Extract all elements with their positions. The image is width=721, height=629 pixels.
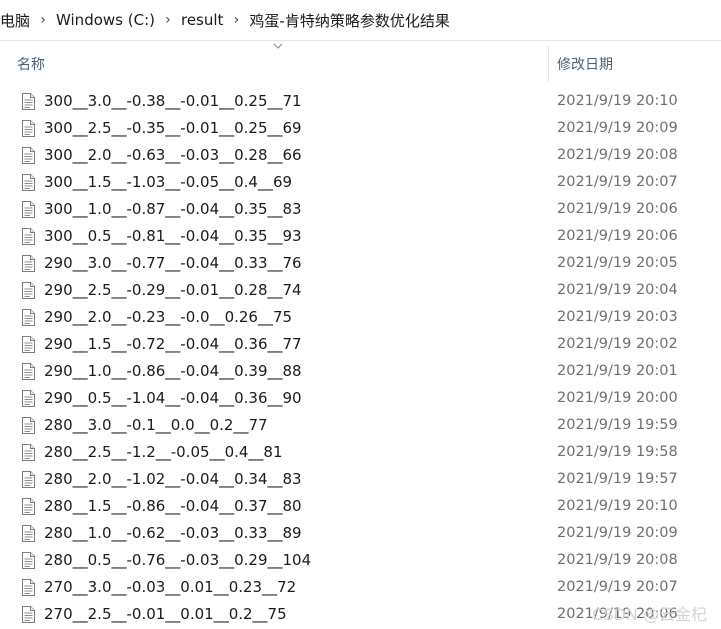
text-file-icon <box>19 416 37 435</box>
text-file-icon <box>19 227 37 246</box>
file-date-modified: 2021/9/19 20:04 <box>557 282 678 298</box>
file-name: 290__2.5__-0.29__-0.01__0.28__74 <box>44 281 302 299</box>
text-file-icon <box>19 254 37 273</box>
file-date-modified: 2021/9/19 19:59 <box>557 417 678 433</box>
file-date-modified: 2021/9/19 20:09 <box>557 525 678 541</box>
text-file-icon <box>19 308 37 327</box>
file-name: 280__1.0__-0.62__-0.03__0.33__89 <box>44 524 302 542</box>
column-divider[interactable] <box>548 46 549 82</box>
file-date-modified: 2021/9/19 20:07 <box>557 174 678 190</box>
text-file-icon <box>19 605 37 624</box>
file-row[interactable]: 290__1.5__-0.72__-0.04__0.36__77 2021/9/1… <box>0 331 721 358</box>
file-name: 290__0.5__-1.04__-0.04__0.36__90 <box>44 389 302 407</box>
file-date-modified: 2021/9/19 20:05 <box>557 255 678 271</box>
text-file-icon <box>19 551 37 570</box>
breadcrumb-item-result[interactable]: result <box>179 11 225 29</box>
file-row[interactable]: 300__3.0__-0.38__-0.01__0.25__71 2021/9/1… <box>0 88 721 115</box>
text-file-icon <box>19 578 37 597</box>
text-file-icon <box>19 173 37 192</box>
text-file-icon <box>19 389 37 408</box>
text-file-icon <box>19 281 37 300</box>
file-row[interactable]: 280__2.0__-1.02__-0.04__0.34__83 2021/9/1… <box>0 466 721 493</box>
sort-up-icon[interactable] <box>273 42 283 50</box>
text-file-icon <box>19 200 37 219</box>
file-date-modified: 2021/9/19 20:03 <box>557 309 678 325</box>
column-header-row: 名称 修改日期 <box>0 40 721 88</box>
file-name: 280__1.5__-0.86__-0.04__0.37__80 <box>44 497 302 515</box>
file-list: 300__3.0__-0.38__-0.01__0.25__71 2021/9/1… <box>0 88 721 628</box>
text-file-icon <box>19 146 37 165</box>
column-header-name[interactable]: 名称 <box>17 54 45 74</box>
file-name: 270__2.5__-0.01__0.01__0.2__75 <box>44 605 287 623</box>
file-date-modified: 2021/9/19 20:08 <box>557 552 678 568</box>
file-date-modified: 2021/9/19 20:06 <box>557 201 678 217</box>
file-date-modified: 2021/9/19 20:00 <box>557 390 678 406</box>
file-date-modified: 2021/9/19 20:01 <box>557 363 678 379</box>
file-date-modified: 2021/9/19 19:57 <box>557 471 678 487</box>
file-name: 290__3.0__-0.77__-0.04__0.33__76 <box>44 254 302 272</box>
file-row[interactable]: 280__1.0__-0.62__-0.03__0.33__89 2021/9/1… <box>0 520 721 547</box>
chevron-right-icon[interactable]: › <box>225 12 247 28</box>
file-name: 300__3.0__-0.38__-0.01__0.25__71 <box>44 92 302 110</box>
file-name: 280__2.5__-1.2__-0.05__0.4__81 <box>44 443 283 461</box>
file-row[interactable]: 290__0.5__-1.04__-0.04__0.36__90 2021/9/1… <box>0 385 721 412</box>
breadcrumb-item-drive[interactable]: Windows (C:) <box>54 11 157 29</box>
file-name: 290__1.0__-0.86__-0.04__0.39__88 <box>44 362 302 380</box>
file-name: 300__1.5__-1.03__-0.05__0.4__69 <box>44 173 293 191</box>
text-file-icon <box>19 119 37 138</box>
file-row[interactable]: 300__1.5__-1.03__-0.05__0.4__69 2021/9/19… <box>0 169 721 196</box>
file-row[interactable]: 300__2.0__-0.63__-0.03__0.28__66 2021/9/1… <box>0 142 721 169</box>
text-file-icon <box>19 362 37 381</box>
file-row[interactable]: 280__0.5__-0.76__-0.03__0.29__104 2021/9/… <box>0 547 721 574</box>
breadcrumb-item-pc[interactable]: 电脑 <box>0 10 32 31</box>
file-name: 300__2.5__-0.35__-0.01__0.25__69 <box>44 119 302 137</box>
file-date-modified: 2021/9/19 20:09 <box>557 120 678 136</box>
file-row[interactable]: 290__2.5__-0.29__-0.01__0.28__74 2021/9/1… <box>0 277 721 304</box>
file-name: 300__0.5__-0.81__-0.04__0.35__93 <box>44 227 302 245</box>
file-name: 270__3.0__-0.03__0.01__0.23__72 <box>44 578 297 596</box>
file-date-modified: 2021/9/19 20:06 <box>557 228 678 244</box>
file-row[interactable]: 280__1.5__-0.86__-0.04__0.37__80 2021/9/1… <box>0 493 721 520</box>
file-date-modified: 2021/9/19 20:02 <box>557 336 678 352</box>
file-row[interactable]: 280__3.0__-0.1__0.0__0.2__77 2021/9/19 19… <box>0 412 721 439</box>
file-name: 300__1.0__-0.87__-0.04__0.35__83 <box>44 200 302 218</box>
file-explorer-window: 电脑 › Windows (C:) › result › 鸡蛋-肯特纳策略参数优… <box>0 0 721 629</box>
file-name: 280__3.0__-0.1__0.0__0.2__77 <box>44 416 268 434</box>
file-name: 300__2.0__-0.63__-0.03__0.28__66 <box>44 146 302 164</box>
file-row[interactable]: 300__0.5__-0.81__-0.04__0.35__93 2021/9/1… <box>0 223 721 250</box>
file-name: 280__0.5__-0.76__-0.03__0.29__104 <box>44 551 312 569</box>
column-header-date-modified[interactable]: 修改日期 <box>557 54 613 74</box>
file-row[interactable]: 290__1.0__-0.86__-0.04__0.39__88 2021/9/1… <box>0 358 721 385</box>
text-file-icon <box>19 497 37 516</box>
file-date-modified: 2021/9/19 20:07 <box>557 579 678 595</box>
file-date-modified: 2021/9/19 20:10 <box>557 498 678 514</box>
file-row[interactable]: 280__2.5__-1.2__-0.05__0.4__81 2021/9/19 … <box>0 439 721 466</box>
file-row[interactable]: 290__3.0__-0.77__-0.04__0.33__76 2021/9/1… <box>0 250 721 277</box>
file-name: 280__2.0__-1.02__-0.04__0.34__83 <box>44 470 302 488</box>
file-row[interactable]: 300__1.0__-0.87__-0.04__0.35__83 2021/9/1… <box>0 196 721 223</box>
file-row[interactable]: 300__2.5__-0.35__-0.01__0.25__69 2021/9/1… <box>0 115 721 142</box>
text-file-icon <box>19 92 37 111</box>
file-row[interactable]: 290__2.0__-0.23__-0.0__0.26__75 2021/9/19… <box>0 304 721 331</box>
file-name: 290__1.5__-0.72__-0.04__0.36__77 <box>44 335 302 353</box>
breadcrumb: 电脑 › Windows (C:) › result › 鸡蛋-肯特纳策略参数优… <box>0 0 721 41</box>
text-file-icon <box>19 524 37 543</box>
text-file-icon <box>19 335 37 354</box>
breadcrumb-item-current-folder[interactable]: 鸡蛋-肯特纳策略参数优化结果 <box>247 10 451 31</box>
text-file-icon <box>19 470 37 489</box>
chevron-right-icon[interactable]: › <box>157 12 179 28</box>
file-date-modified: 2021/9/19 19:58 <box>557 444 678 460</box>
chevron-right-icon[interactable]: › <box>32 12 54 28</box>
file-date-modified: 2021/9/19 20:10 <box>557 93 678 109</box>
file-row[interactable]: 270__3.0__-0.03__0.01__0.23__72 2021/9/19… <box>0 574 721 601</box>
file-date-modified: 2021/9/19 20:08 <box>557 147 678 163</box>
file-name: 290__2.0__-0.23__-0.0__0.26__75 <box>44 308 293 326</box>
watermark: CSDN @云金杞 <box>592 605 707 624</box>
text-file-icon <box>19 443 37 462</box>
